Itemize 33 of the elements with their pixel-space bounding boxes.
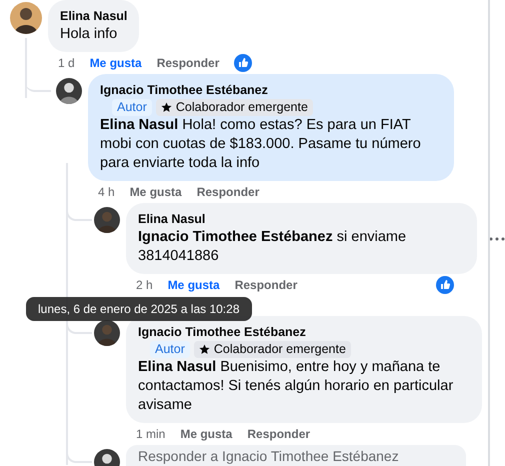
author-badge: Autor — [112, 99, 152, 116]
comment-time[interactable]: 1 d — [58, 56, 75, 70]
author-badge: Autor — [150, 341, 190, 358]
like-reaction-icon[interactable] — [436, 276, 454, 294]
comment-text: Ignacio Timothee Estébanez si enviame 3814041886 — [138, 228, 408, 266]
avatar[interactable] — [94, 207, 120, 233]
author-name[interactable]: Ignacio Timothee Estébanez — [100, 82, 442, 99]
comment-text: Elina Nasul Hola! como estas? Es para un FIAT mobi con cuotas de $183.000. Pasame tu número para enviarte toda la info — [100, 116, 422, 173]
avatar[interactable] — [94, 320, 120, 346]
reply-input-field[interactable]: Responder a Ignacio Timothee Estébanez — [126, 445, 466, 466]
comment-time[interactable]: 1 min — [136, 427, 166, 441]
author-name[interactable]: Ignacio Timothee Estébanez — [138, 324, 470, 341]
like-link[interactable]: Me gusta — [180, 427, 232, 441]
like-link[interactable]: Me gusta — [90, 56, 142, 70]
author-name[interactable]: Elina Nasul — [138, 211, 465, 228]
comment-text: Hola info — [60, 25, 118, 44]
author-name[interactable]: Elina Nasul — [60, 8, 128, 25]
comment-time[interactable]: 2 h — [136, 278, 153, 292]
comment-time[interactable]: 4 h — [98, 185, 115, 199]
comment-text: Elina Nasul Buenisimo, entre hoy y mañana te contactamos! Si tenés algún horario en particular avisame — [138, 358, 454, 415]
author-badge: Colaborador emergente — [156, 99, 313, 116]
like-reaction-icon[interactable] — [234, 54, 252, 72]
avatar[interactable] — [10, 2, 42, 34]
author-badge: Colaborador emergente — [194, 341, 351, 358]
timestamp-tooltip: lunes, 6 de enero de 2025 a las 10:28 — [26, 297, 252, 321]
reply-link[interactable]: Responder — [196, 185, 260, 199]
avatar[interactable] — [56, 78, 82, 104]
reply-link[interactable]: Responder — [247, 427, 310, 441]
like-link[interactable]: Me gusta — [130, 185, 182, 199]
reply-link[interactable]: Responder — [156, 56, 220, 70]
like-link[interactable]: Me gusta — [168, 278, 220, 292]
reply-link[interactable]: Responder — [234, 278, 298, 292]
more-options-icon[interactable] — [489, 236, 505, 240]
